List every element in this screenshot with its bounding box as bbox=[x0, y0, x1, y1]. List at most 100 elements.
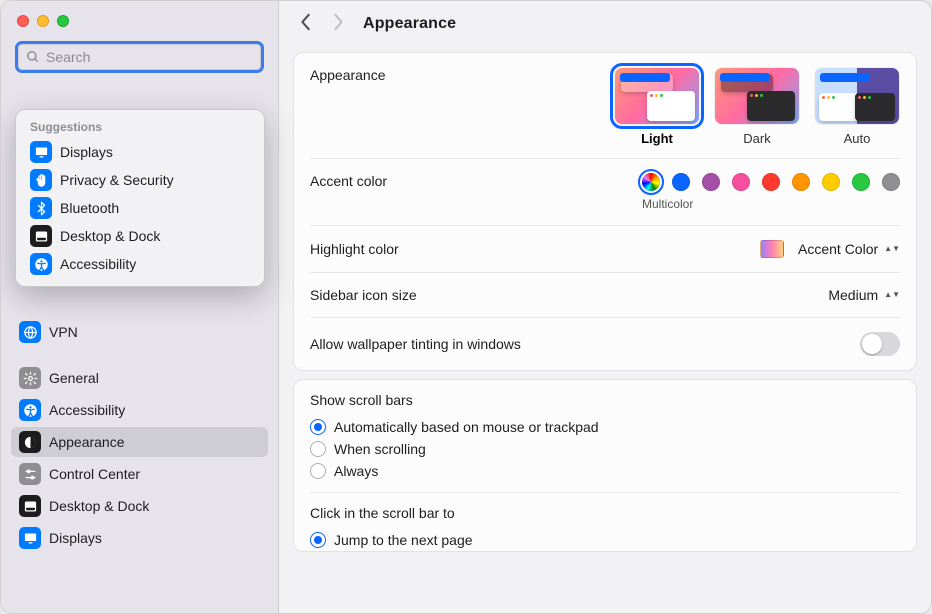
sidebar-item-label: Displays bbox=[49, 530, 102, 546]
appearance-option-label: Light bbox=[641, 131, 673, 146]
highlight-color-value: Accent Color bbox=[798, 241, 878, 257]
scroll-bars-title: Show scroll bars bbox=[310, 392, 900, 408]
scrollbars-option-0[interactable]: Automatically based on mouse or trackpad bbox=[310, 416, 900, 438]
nav-forward-button[interactable] bbox=[331, 13, 345, 34]
main-pane: Appearance Appearance Light Dark bbox=[279, 1, 931, 613]
close-window-button[interactable] bbox=[17, 15, 29, 27]
accent-color-row: Accent color Multicolor bbox=[310, 159, 900, 226]
wallpaper-tinting-label: Allow wallpaper tinting in windows bbox=[310, 336, 521, 352]
accent-swatch-green[interactable] bbox=[852, 173, 870, 191]
accent-swatch-purple[interactable] bbox=[702, 173, 720, 191]
scrollbars-option-1[interactable]: When scrolling bbox=[310, 438, 900, 460]
radio-label: When scrolling bbox=[334, 441, 426, 457]
highlight-color-popup[interactable]: Accent Color ▲▼ bbox=[760, 240, 900, 258]
sidebar-item-label: Desktop & Dock bbox=[49, 498, 149, 514]
sidebar-item-label: Accessibility bbox=[49, 402, 125, 418]
appearance-option-label: Dark bbox=[743, 131, 770, 146]
globe-icon bbox=[19, 321, 41, 343]
radio-icon bbox=[310, 532, 326, 548]
popup-arrows-icon: ▲▼ bbox=[884, 292, 900, 298]
scroll-bars-section: Show scroll bars Automatically based on … bbox=[310, 380, 900, 482]
sidebar-item-label: VPN bbox=[49, 324, 78, 340]
click-scroll-title: Click in the scroll bar to bbox=[310, 505, 900, 521]
radio-icon bbox=[310, 463, 326, 479]
display-icon bbox=[30, 141, 52, 163]
suggestion-item-displays[interactable]: Displays bbox=[16, 138, 264, 166]
sidebar-icon-size-value: Medium bbox=[828, 287, 878, 303]
accent-swatch-graphite[interactable] bbox=[882, 173, 900, 191]
radio-icon bbox=[310, 419, 326, 435]
gear-icon bbox=[19, 367, 41, 389]
search-container bbox=[1, 33, 278, 79]
sidebar-item-desktop-dock[interactable]: Desktop & Dock bbox=[11, 491, 268, 521]
highlight-swatch-icon bbox=[760, 240, 784, 258]
sliders-icon bbox=[19, 463, 41, 485]
top-bar: Appearance bbox=[279, 1, 931, 44]
nav-back-button[interactable] bbox=[299, 13, 313, 34]
dock-icon bbox=[19, 495, 41, 517]
search-input[interactable] bbox=[46, 49, 253, 65]
accent-swatch-orange[interactable] bbox=[792, 173, 810, 191]
search-icon bbox=[26, 50, 40, 64]
sidebar-item-appearance[interactable]: Appearance bbox=[11, 427, 268, 457]
sidebar-item-label: General bbox=[49, 370, 99, 386]
radio-label: Automatically based on mouse or trackpad bbox=[334, 419, 599, 435]
window-controls bbox=[1, 1, 278, 33]
accent-swatch-multicolor[interactable] bbox=[642, 173, 660, 191]
radio-icon bbox=[310, 441, 326, 457]
suggestion-label: Desktop & Dock bbox=[60, 228, 160, 244]
accessibility-icon bbox=[30, 253, 52, 275]
popup-arrows-icon: ▲▼ bbox=[884, 246, 900, 252]
accent-swatch-blue[interactable] bbox=[672, 173, 690, 191]
appearance-option-dark[interactable]: Dark bbox=[714, 67, 800, 146]
accent-color-sublabel: Multicolor bbox=[642, 197, 900, 211]
appearance-icon bbox=[19, 431, 41, 453]
dock-icon bbox=[30, 225, 52, 247]
click-scroll-section: Click in the scroll bar to Jump to the n… bbox=[310, 492, 900, 551]
appearance-option-auto[interactable]: Auto bbox=[814, 67, 900, 146]
suggestion-label: Displays bbox=[60, 144, 113, 160]
sidebar-item-control-center[interactable]: Control Center bbox=[11, 459, 268, 489]
minimize-window-button[interactable] bbox=[37, 15, 49, 27]
scrollbars-option-2[interactable]: Always bbox=[310, 460, 900, 482]
highlight-color-label: Highlight color bbox=[310, 241, 399, 257]
sidebar-item-displays[interactable]: Displays bbox=[11, 523, 268, 553]
appearance-label: Appearance bbox=[310, 67, 470, 83]
suggestion-item-accessibility[interactable]: Accessibility bbox=[16, 250, 264, 278]
accent-swatch-yellow[interactable] bbox=[822, 173, 840, 191]
sidebar-item-label: Appearance bbox=[49, 434, 125, 450]
search-suggestions: Suggestions Displays Privacy & Security Bl… bbox=[15, 109, 265, 287]
suggestion-label: Bluetooth bbox=[60, 200, 119, 216]
page-title: Appearance bbox=[363, 15, 456, 33]
maximize-window-button[interactable] bbox=[57, 15, 69, 27]
suggestion-label: Accessibility bbox=[60, 256, 136, 272]
accent-swatch-red[interactable] bbox=[762, 173, 780, 191]
click-scroll-option-0[interactable]: Jump to the next page bbox=[310, 529, 900, 551]
accent-color-label: Accent color bbox=[310, 173, 470, 189]
search-field[interactable] bbox=[15, 41, 264, 73]
sidebar-item-general[interactable]: General bbox=[11, 363, 268, 393]
accessibility-icon bbox=[19, 399, 41, 421]
wallpaper-tinting-row: Allow wallpaper tinting in windows bbox=[310, 318, 900, 370]
sidebar-icon-size-row: Sidebar icon size Medium ▲▼ bbox=[310, 273, 900, 318]
suggestion-item-desktop-dock[interactable]: Desktop & Dock bbox=[16, 222, 264, 250]
display-icon bbox=[19, 527, 41, 549]
hand-icon bbox=[30, 169, 52, 191]
radio-label: Always bbox=[334, 463, 378, 479]
sidebar-icon-size-label: Sidebar icon size bbox=[310, 287, 417, 303]
sidebar: Suggestions Displays Privacy & Security Bl… bbox=[1, 1, 279, 613]
suggestion-label: Privacy & Security bbox=[60, 172, 174, 188]
sidebar-item-vpn[interactable]: VPN bbox=[11, 317, 268, 347]
suggestion-item-bluetooth[interactable]: Bluetooth bbox=[16, 194, 264, 222]
sidebar-icon-size-popup[interactable]: Medium ▲▼ bbox=[828, 287, 900, 303]
sidebar-item-label: Control Center bbox=[49, 466, 140, 482]
highlight-color-row: Highlight color Accent Color ▲▼ bbox=[310, 226, 900, 273]
toggle-knob bbox=[862, 334, 882, 354]
sidebar-item-accessibility[interactable]: Accessibility bbox=[11, 395, 268, 425]
wallpaper-tinting-toggle[interactable] bbox=[860, 332, 900, 356]
accent-swatch-pink[interactable] bbox=[732, 173, 750, 191]
appearance-option-label: Auto bbox=[844, 131, 871, 146]
appearance-option-light[interactable]: Light bbox=[614, 67, 700, 146]
suggestions-header: Suggestions bbox=[16, 116, 264, 138]
suggestion-item-privacy-security[interactable]: Privacy & Security bbox=[16, 166, 264, 194]
